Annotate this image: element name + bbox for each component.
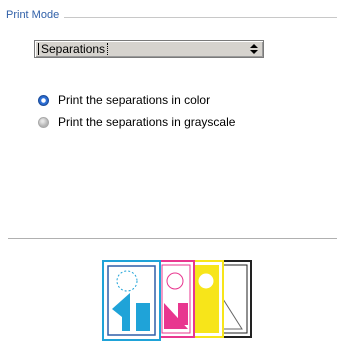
separations-preview xyxy=(102,260,252,341)
print-mode-select[interactable]: Separations xyxy=(34,40,264,58)
radio-grayscale[interactable]: Print the separations in grayscale xyxy=(38,114,235,130)
radio-selected-icon[interactable] xyxy=(38,94,49,106)
magenta-plate xyxy=(157,260,195,338)
print-mode-select-value: Separations xyxy=(38,43,109,55)
up-down-arrows-icon xyxy=(250,44,258,54)
cyan-plate xyxy=(102,260,161,341)
radio-color[interactable]: Print the separations in color xyxy=(38,92,210,108)
section-divider xyxy=(8,238,337,239)
group-title: Print Mode xyxy=(6,9,65,21)
radio-unselected-icon[interactable] xyxy=(38,116,49,128)
radio-color-label: Print the separations in color xyxy=(58,93,211,107)
radio-grayscale-label: Print the separations in grayscale xyxy=(58,115,236,129)
